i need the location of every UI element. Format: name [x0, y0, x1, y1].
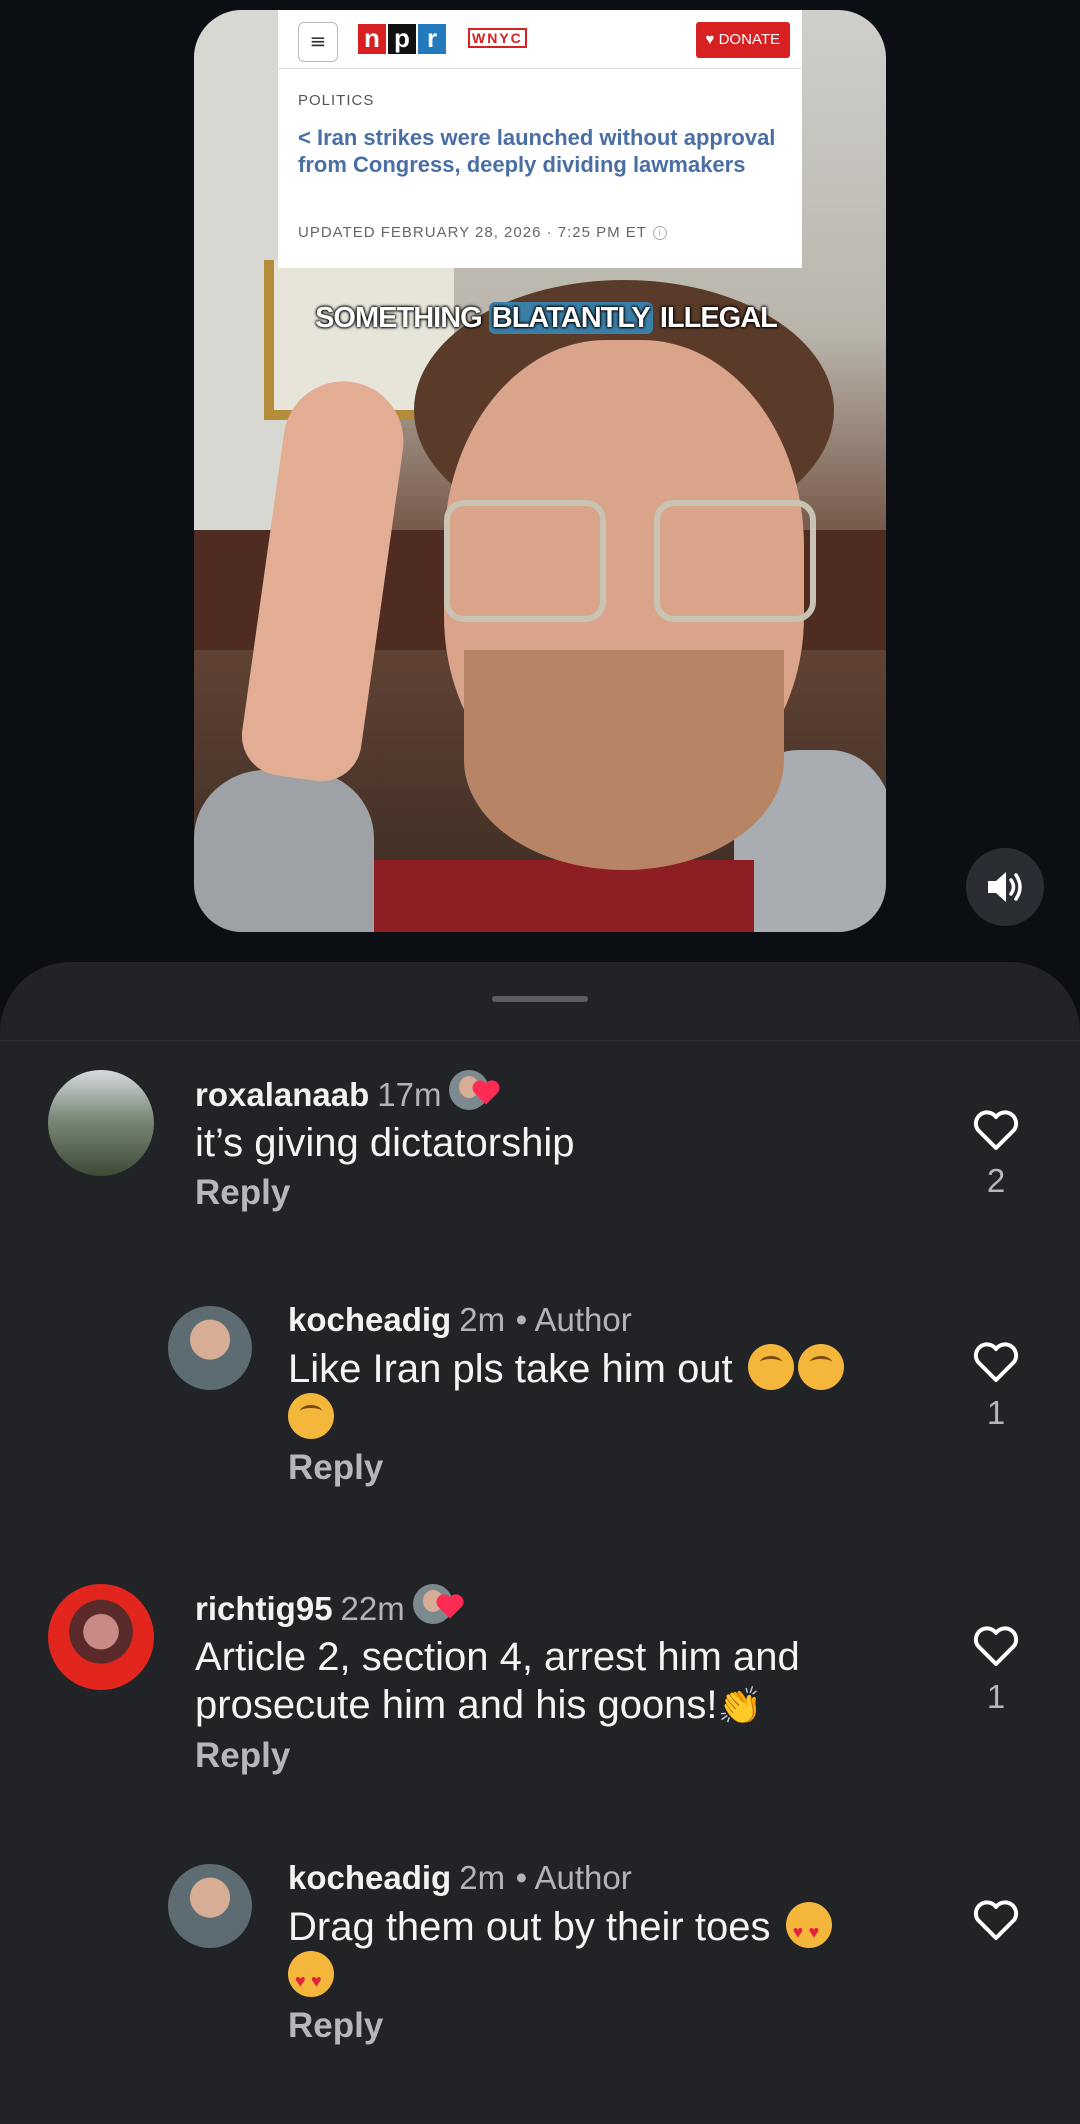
- comment-username[interactable]: kocheadig: [288, 1301, 451, 1338]
- like-count: 2: [986, 1162, 1006, 1199]
- news-section: POLITICS: [298, 92, 375, 109]
- news-screenshot: ≡ n p r WNYC ♥ DONATE POLITICS < Iran st…: [278, 10, 802, 268]
- reply-button[interactable]: Reply: [195, 1736, 955, 1776]
- creator-liked-badge: [449, 1070, 500, 1114]
- comment-body: kocheadig 2m • Author Drag them out by th…: [288, 1858, 948, 2046]
- like-button[interactable]: 2: [970, 1108, 1022, 1200]
- avatar[interactable]: [168, 1306, 252, 1390]
- comment-text: Like Iran pls take him out: [288, 1344, 948, 1442]
- comment-text: it’s giving dictatorship: [195, 1121, 575, 1165]
- upside-down-face-emoji: [747, 1344, 794, 1390]
- comment-body: roxalanaab 17m it’s giving dictatorship R…: [195, 1070, 955, 1213]
- donate-label: DONATE: [718, 31, 780, 48]
- like-count: 1: [986, 1678, 1006, 1715]
- wnyc-logo: WNYC: [468, 28, 527, 48]
- video-scene-beard: [464, 650, 784, 870]
- heart-eyes-emoji: [785, 1902, 832, 1956]
- speaker-volume-icon: [988, 872, 1022, 902]
- glasses-lens: [444, 500, 606, 622]
- clapping-hands-emoji: 👏: [717, 1685, 763, 1726]
- creator-liked-badge: [412, 1584, 464, 1628]
- comments-sheet: roxalanaab 17m it’s giving dictatorship R…: [0, 962, 1080, 2124]
- comment-time: 2m: [459, 1859, 506, 1896]
- donate-button: ♥ DONATE: [695, 22, 790, 58]
- video-scene-shirt: [374, 860, 754, 932]
- comment-username[interactable]: richtig95: [195, 1590, 333, 1627]
- news-updated-text: UPDATED FEBRUARY 28, 2026 · 7:25 PM ET: [298, 224, 647, 241]
- like-button[interactable]: [970, 1898, 1022, 1942]
- video-area: ≡ n p r WNYC ♥ DONATE POLITICS < Iran st…: [0, 0, 1080, 960]
- author-tag: • Author: [515, 1301, 632, 1338]
- heart-outline-icon: [973, 1110, 1019, 1150]
- menu-icon: ≡: [298, 22, 338, 62]
- video-caption: SOMETHING BLATANTLY ILLEGAL: [286, 302, 806, 335]
- like-button[interactable]: 1: [970, 1624, 1022, 1716]
- news-header: ≡ n p r WNYC ♥ DONATE: [278, 10, 802, 69]
- comment-username[interactable]: roxalanaab: [195, 1076, 369, 1113]
- comment-text-line: Article 2, section 4, arrest him and: [195, 1635, 800, 1679]
- like-button[interactable]: 1: [970, 1340, 1022, 1432]
- comment-text-line: Like Iran pls take him out: [288, 1347, 733, 1391]
- caption-before: SOMETHING: [315, 302, 489, 334]
- comment-header: kocheadig 2m • Author: [288, 1300, 948, 1340]
- volume-button[interactable]: [966, 848, 1044, 926]
- npr-logo-n: n: [358, 24, 386, 54]
- comment-text-line: Drag them out by their toes: [288, 1905, 771, 1949]
- comment-time: 2m: [459, 1301, 506, 1338]
- heart-filled-icon: [436, 1594, 464, 1619]
- comment-text: Article 2, section 4, arrest him and pros…: [195, 1633, 955, 1730]
- upside-down-face-emoji: [288, 1393, 334, 1439]
- news-headline: < Iran strikes were launched without app…: [298, 125, 776, 177]
- comment-time: 17m: [377, 1076, 442, 1113]
- comment-header: roxalanaab 17m: [195, 1070, 955, 1115]
- reply-button[interactable]: Reply: [288, 1448, 948, 1488]
- npr-logo-r: r: [418, 24, 446, 54]
- comment-body: kocheadig 2m • Author Like Iran pls take …: [288, 1300, 948, 1488]
- comment-header: richtig95 22m: [195, 1584, 955, 1629]
- caption-highlight: BLATANTLY: [488, 302, 653, 334]
- comment-text: Drag them out by their toes: [288, 1902, 948, 2005]
- heart-outline-icon: [973, 1900, 1019, 1940]
- caption-after: ILLEGAL: [652, 302, 778, 334]
- heart-eyes-emoji: [288, 1951, 334, 2005]
- info-icon: i: [652, 226, 667, 240]
- sheet-divider: [0, 1040, 1080, 1041]
- comment-text-line: prosecute him and his goons!: [195, 1683, 718, 1727]
- heart-outline-icon: [973, 1342, 1019, 1382]
- comment-body: richtig95 22m Article 2, section 4, arres…: [195, 1584, 955, 1776]
- video-scene-hoodie: [194, 770, 374, 932]
- reply-button[interactable]: Reply: [195, 1173, 955, 1213]
- video-player[interactable]: ≡ n p r WNYC ♥ DONATE POLITICS < Iran st…: [194, 10, 886, 932]
- reply-button[interactable]: Reply: [288, 2006, 948, 2046]
- like-count: 1: [986, 1394, 1006, 1431]
- npr-logo-p: p: [388, 24, 416, 54]
- heart-filled-icon: [472, 1080, 500, 1105]
- video-scene-glasses: [444, 500, 824, 622]
- comment-username[interactable]: kocheadig: [288, 1859, 451, 1896]
- avatar[interactable]: [168, 1864, 252, 1948]
- heart-outline-icon: [973, 1626, 1019, 1666]
- npr-logo: n p r: [358, 24, 448, 54]
- news-updated: UPDATED FEBRUARY 28, 2026 · 7:25 PM ET i: [298, 224, 667, 241]
- author-tag: • Author: [515, 1859, 632, 1896]
- sheet-drag-handle[interactable]: [492, 996, 588, 1002]
- comment-header: kocheadig 2m • Author: [288, 1858, 948, 1898]
- glasses-lens: [654, 500, 816, 622]
- avatar[interactable]: [48, 1584, 154, 1690]
- upside-down-face-emoji: [797, 1344, 844, 1390]
- avatar[interactable]: [48, 1070, 154, 1176]
- comment-time: 22m: [340, 1590, 405, 1627]
